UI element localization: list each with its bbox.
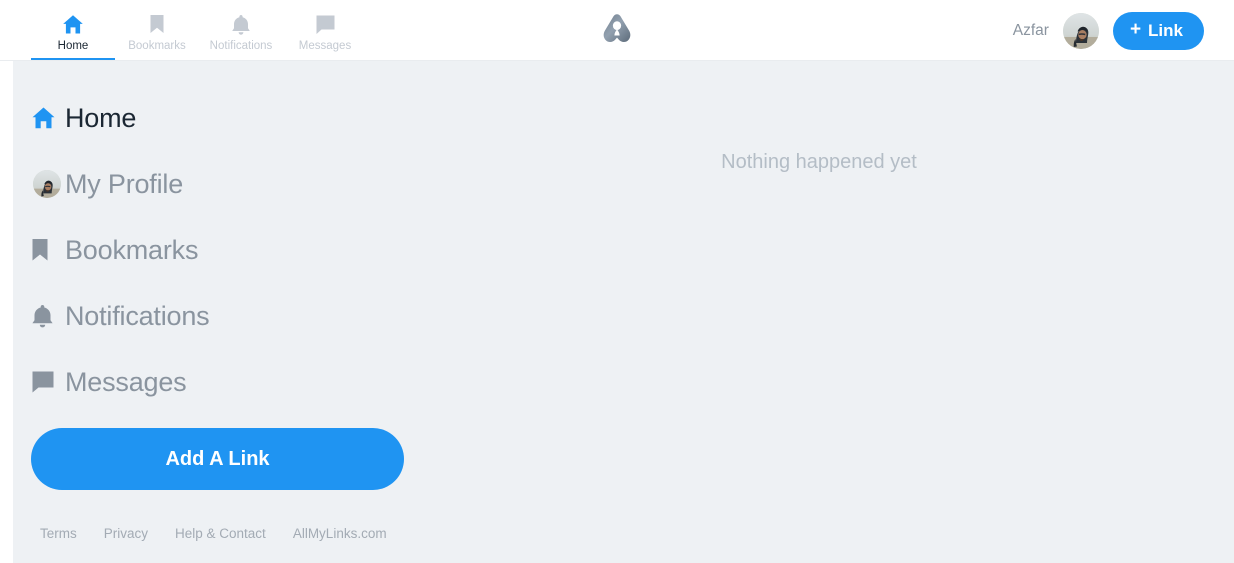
tab-notifications-label: Notifications	[209, 39, 273, 52]
tab-home-label: Home	[57, 39, 89, 52]
bookmark-icon	[149, 13, 165, 37]
home-icon	[31, 106, 65, 130]
footer-links: Terms Privacy Help & Contact AllMyLinks.…	[31, 526, 420, 541]
sidebar-item-notifications[interactable]: Notifications	[31, 296, 420, 336]
sidebar: Home My Profile Bookmarks Notifications …	[0, 61, 420, 563]
bell-icon	[31, 304, 65, 329]
sidebar-item-bookmarks[interactable]: Bookmarks	[31, 230, 420, 270]
user-avatar[interactable]	[1062, 12, 1099, 49]
message-icon	[315, 13, 336, 37]
message-icon	[31, 370, 65, 394]
sidebar-item-home-label: Home	[65, 103, 137, 133]
sidebar-item-my-profile-label: My Profile	[65, 169, 184, 199]
sidebar-item-home[interactable]: Home	[31, 98, 420, 138]
footer-link-privacy[interactable]: Privacy	[104, 526, 148, 541]
user-avatar	[31, 170, 65, 198]
tab-messages[interactable]: Messages	[283, 0, 367, 61]
empty-state-message: Nothing happened yet	[721, 151, 917, 173]
add-link-button-header[interactable]: + Link	[1112, 11, 1204, 50]
tab-messages-label: Messages	[298, 39, 352, 52]
sidebar-item-my-profile[interactable]: My Profile	[31, 164, 420, 204]
header-right-cluster: Azfar + Link	[1013, 0, 1204, 61]
footer-link-terms[interactable]: Terms	[40, 526, 77, 541]
footer-link-allmylinks[interactable]: AllMyLinks.com	[293, 526, 387, 541]
add-a-link-button[interactable]: Add A Link	[31, 428, 404, 490]
main-content: Nothing happened yet	[420, 61, 1234, 563]
header-tab-bar: Home Bookmarks Notifications Messages	[0, 0, 367, 61]
sidebar-item-messages[interactable]: Messages	[31, 362, 420, 402]
tab-bookmarks-label: Bookmarks	[128, 39, 186, 52]
tab-notifications[interactable]: Notifications	[199, 0, 283, 61]
page-body: Home My Profile Bookmarks Notifications …	[0, 61, 1234, 563]
plus-icon: +	[1129, 19, 1142, 40]
tab-bookmarks[interactable]: Bookmarks	[115, 0, 199, 61]
bell-icon	[231, 13, 251, 37]
add-a-link-button-label: Add A Link	[165, 447, 270, 470]
footer-link-help-contact[interactable]: Help & Contact	[175, 526, 266, 541]
sidebar-item-notifications-label: Notifications	[65, 301, 210, 331]
allmylinks-logo[interactable]	[600, 11, 634, 50]
tab-home[interactable]: Home	[31, 0, 115, 61]
username-label: Azfar	[1012, 21, 1049, 39]
top-header: Home Bookmarks Notifications Messages Az…	[0, 0, 1234, 61]
add-link-button-header-label: Link	[1148, 20, 1183, 40]
bookmark-icon	[31, 238, 65, 262]
sidebar-item-bookmarks-label: Bookmarks	[65, 235, 199, 265]
sidebar-item-messages-label: Messages	[65, 367, 187, 397]
home-icon	[62, 13, 84, 37]
